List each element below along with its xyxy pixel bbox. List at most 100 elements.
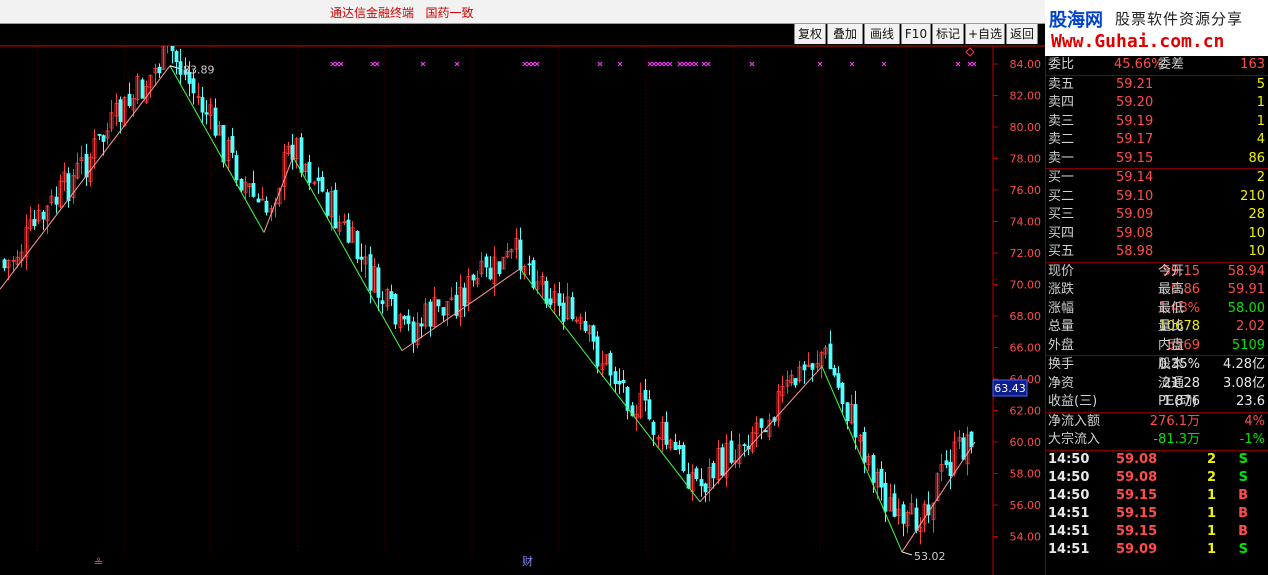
candle-body	[677, 445, 682, 450]
event-marker-icon	[971, 61, 977, 67]
tick-time: 14:50	[1048, 487, 1090, 503]
candle-body	[531, 260, 536, 288]
buy-level-row: 买五 58.98 10	[1046, 243, 1268, 262]
tick-time: 14:50	[1048, 469, 1090, 485]
buy-level-price: 59.10	[1116, 188, 1154, 204]
buy-level-price: 58.98	[1116, 244, 1154, 259]
event-marker-icon	[749, 61, 755, 67]
tick-time: 14:51	[1048, 524, 1090, 540]
stat-label: 总量	[1048, 319, 1075, 334]
sell-level-volume: 4	[1256, 132, 1265, 147]
event-marker-icon	[681, 61, 687, 67]
event-marker-icon	[693, 61, 699, 67]
price-axis-label: 76.00	[1010, 184, 1042, 197]
sell-level-volume: 5	[1256, 76, 1265, 92]
candle-body	[527, 263, 532, 266]
candle-body	[32, 219, 37, 226]
zigzag-segment	[292, 156, 403, 351]
flow-pct: 4%	[1244, 413, 1265, 429]
candle-body	[647, 399, 652, 420]
candle-body	[239, 178, 244, 191]
sell-level-label: 卖三	[1048, 113, 1075, 129]
zigzag-segment	[901, 441, 976, 553]
zigzag-segment	[519, 268, 701, 503]
bottom-marker-left: ≗	[94, 556, 103, 569]
price-axis-label: 58.00	[1010, 468, 1042, 481]
toolbar-button-4[interactable]: 标记	[932, 24, 964, 44]
candle-body	[221, 125, 226, 163]
candle-body	[961, 437, 966, 460]
toolbar-button-1[interactable]: 叠加	[827, 24, 863, 44]
event-marker-icon	[685, 61, 691, 67]
sell-level-volume: 86	[1248, 150, 1265, 166]
candle-body	[742, 444, 747, 447]
candle-body	[118, 99, 123, 123]
candle-body	[617, 380, 622, 385]
buy-level-label: 买二	[1048, 188, 1075, 204]
candle-body	[613, 371, 618, 384]
event-marker-icon	[647, 61, 653, 67]
toolbar-button-0[interactable]: 复权	[794, 24, 826, 44]
fundamental-row: 净资 21.28 流通 3.08亿	[1046, 375, 1268, 394]
candle-body	[810, 363, 815, 370]
candle-body	[346, 219, 351, 243]
buy-level-volume: 28	[1248, 207, 1265, 222]
buy-level-volume: 2	[1256, 170, 1265, 185]
buy-level-price: 59.08	[1116, 225, 1154, 241]
event-marker-icon	[967, 61, 973, 67]
stat-row: 总量 10678 量比 2.02	[1046, 318, 1268, 337]
candle-body	[711, 462, 716, 479]
fundamental-row: 收益(三) 1.876 PE(动) 23.6	[1046, 393, 1268, 412]
kline-chart[interactable]: 84.00 82.00 80.00 78.00 76.00 74.00 72.00 70.00…	[0, 46, 1045, 575]
candle-body	[944, 460, 949, 466]
candle-body	[699, 479, 704, 487]
toolbar-button-5[interactable]: +自选	[965, 24, 1005, 44]
tick-volume: 2	[1206, 451, 1216, 467]
candle-body	[204, 112, 209, 115]
candle-body	[673, 441, 678, 451]
event-marker-icon	[334, 61, 340, 67]
candle-body	[892, 493, 897, 517]
event-marker-icon	[330, 61, 336, 67]
toolbar-button-3[interactable]: F10	[901, 24, 931, 44]
price-axis-label: 78.00	[1010, 153, 1042, 166]
candle-body	[200, 97, 205, 113]
candle-body	[561, 302, 566, 322]
sell-level-volume: 1	[1256, 113, 1265, 129]
toolbar-button-2[interactable]: 画线	[864, 24, 900, 44]
candle-body	[230, 135, 235, 153]
event-marker-icon	[705, 61, 711, 67]
candle-body	[759, 418, 764, 428]
stat-row: 现价 59.15 今开 58.94	[1046, 261, 1268, 282]
candle-body	[411, 321, 416, 343]
buy-level-price: 59.09	[1116, 207, 1154, 222]
title-bar: 通达信金融终端 国药一致	[0, 0, 1045, 24]
tick-row: 14:51 59.15 1 B	[1046, 523, 1268, 541]
tick-price: 59.08	[1116, 469, 1158, 485]
event-marker-icon	[597, 61, 603, 67]
buy-level-row: 买一 59.14 2	[1046, 168, 1268, 188]
tick-side: B	[1238, 506, 1248, 522]
candle-body	[406, 315, 411, 324]
candle-body	[703, 483, 708, 493]
tick-volume: 1	[1206, 524, 1216, 540]
candle-body	[840, 382, 845, 405]
site-logo: 股海网 股票软件资源分享 Www.Guhai.com.cn	[1045, 0, 1268, 56]
candle-body	[570, 297, 575, 320]
sell-level-row: 卖四 59.20 1	[1046, 94, 1268, 113]
app-title: 通达信金融终端 国药一致	[330, 6, 474, 20]
quote-panel: 委比 45.66% 委差 163 卖五 59.21 5 卖四 59.20 1 卖三 59.19 1 卖二 5…	[1045, 56, 1268, 575]
order-ratio-value: 45.66%	[1114, 57, 1164, 72]
sell-level-label: 卖四	[1048, 95, 1075, 110]
price-axis-label: 54.00	[1010, 531, 1042, 544]
candle-body	[729, 440, 734, 463]
stat-label-2: 今开	[1158, 263, 1185, 279]
kline-chart-svg[interactable]: 84.00 82.00 80.00 78.00 76.00 74.00 72.00 70.00…	[0, 46, 1045, 575]
candle-body	[969, 431, 974, 448]
buy-level-row: 买二 59.10 210	[1046, 188, 1268, 207]
tick-time: 14:51	[1048, 506, 1090, 522]
price-axis-label: 68.00	[1010, 310, 1042, 323]
candle-body	[462, 287, 467, 307]
toolbar-button-6[interactable]: 返回	[1006, 24, 1038, 44]
stat-row: 涨幅 1.48% 最低 58.00	[1046, 300, 1268, 319]
